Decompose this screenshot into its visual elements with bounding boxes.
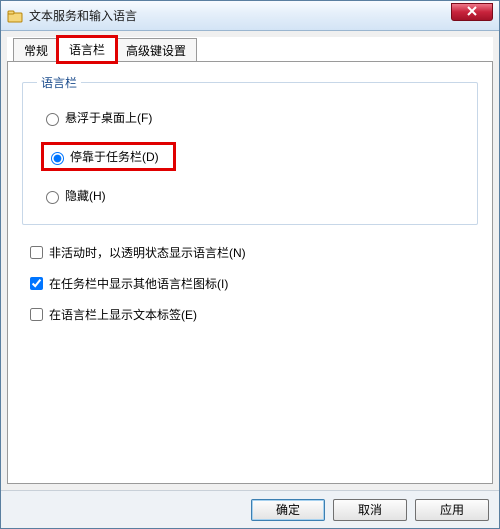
check-show-extra-icons[interactable]: [30, 277, 43, 290]
check-show-extra-icons-row[interactable]: 在任务栏中显示其他语言栏图标(I): [26, 274, 478, 293]
checkbox-section: 非活动时，以透明状态显示语言栏(N) 在任务栏中显示其他语言栏图标(I) 在语言…: [26, 243, 478, 324]
tab-label: 常规: [24, 44, 48, 58]
tabpage-langbar: 语言栏 悬浮于桌面上(F) 停靠于任务栏(D) 隐藏(H): [7, 61, 493, 484]
tab-label: 高级键设置: [126, 44, 186, 58]
check-label: 在语言栏上显示文本标签(E): [49, 306, 197, 323]
check-inactive-transparent[interactable]: [30, 246, 43, 259]
tab-label: 语言栏: [69, 43, 105, 57]
tab-general[interactable]: 常规: [13, 38, 59, 62]
radio-dock[interactable]: [51, 152, 64, 165]
group-legend: 语言栏: [37, 74, 81, 91]
close-button[interactable]: [451, 3, 493, 21]
apply-button[interactable]: 应用: [415, 499, 489, 521]
cancel-button[interactable]: 取消: [333, 499, 407, 521]
tab-langbar[interactable]: 语言栏: [58, 37, 116, 62]
button-bar: 确定 取消 应用: [1, 490, 499, 528]
radio-label: 停靠于任务栏(D): [70, 148, 159, 165]
client-area: 常规 语言栏 高级键设置 语言栏 悬浮于桌面上(F) 停靠于任务栏(D): [7, 37, 493, 484]
ok-button[interactable]: 确定: [251, 499, 325, 521]
button-label: 取消: [358, 501, 382, 518]
titlebar: 文本服务和输入语言: [1, 1, 499, 31]
window-title: 文本服务和输入语言: [29, 7, 137, 24]
check-label: 非活动时，以透明状态显示语言栏(N): [49, 244, 246, 261]
button-label: 应用: [440, 501, 464, 518]
radio-hidden-row[interactable]: 隐藏(H): [41, 187, 463, 204]
check-show-text-labels-row[interactable]: 在语言栏上显示文本标签(E): [26, 305, 478, 324]
radio-label: 悬浮于桌面上(F): [65, 109, 152, 126]
app-icon: [7, 8, 23, 24]
dialog-window: 文本服务和输入语言 常规 语言栏 高级键设置 语言栏: [0, 0, 500, 529]
check-show-text-labels[interactable]: [30, 308, 43, 321]
radio-dock-row[interactable]: 停靠于任务栏(D): [41, 142, 176, 171]
radio-float[interactable]: [46, 113, 59, 126]
tab-advanced[interactable]: 高级键设置: [115, 38, 197, 62]
check-label: 在任务栏中显示其他语言栏图标(I): [49, 275, 228, 292]
tabstrip: 常规 语言栏 高级键设置: [13, 37, 493, 61]
group-langbar: 语言栏 悬浮于桌面上(F) 停靠于任务栏(D) 隐藏(H): [22, 74, 478, 225]
close-icon: [467, 5, 477, 19]
radio-hidden[interactable]: [46, 191, 59, 204]
radio-float-row[interactable]: 悬浮于桌面上(F): [41, 109, 463, 126]
radio-label: 隐藏(H): [65, 187, 106, 204]
check-inactive-transparent-row[interactable]: 非活动时，以透明状态显示语言栏(N): [26, 243, 478, 262]
button-label: 确定: [276, 501, 300, 518]
